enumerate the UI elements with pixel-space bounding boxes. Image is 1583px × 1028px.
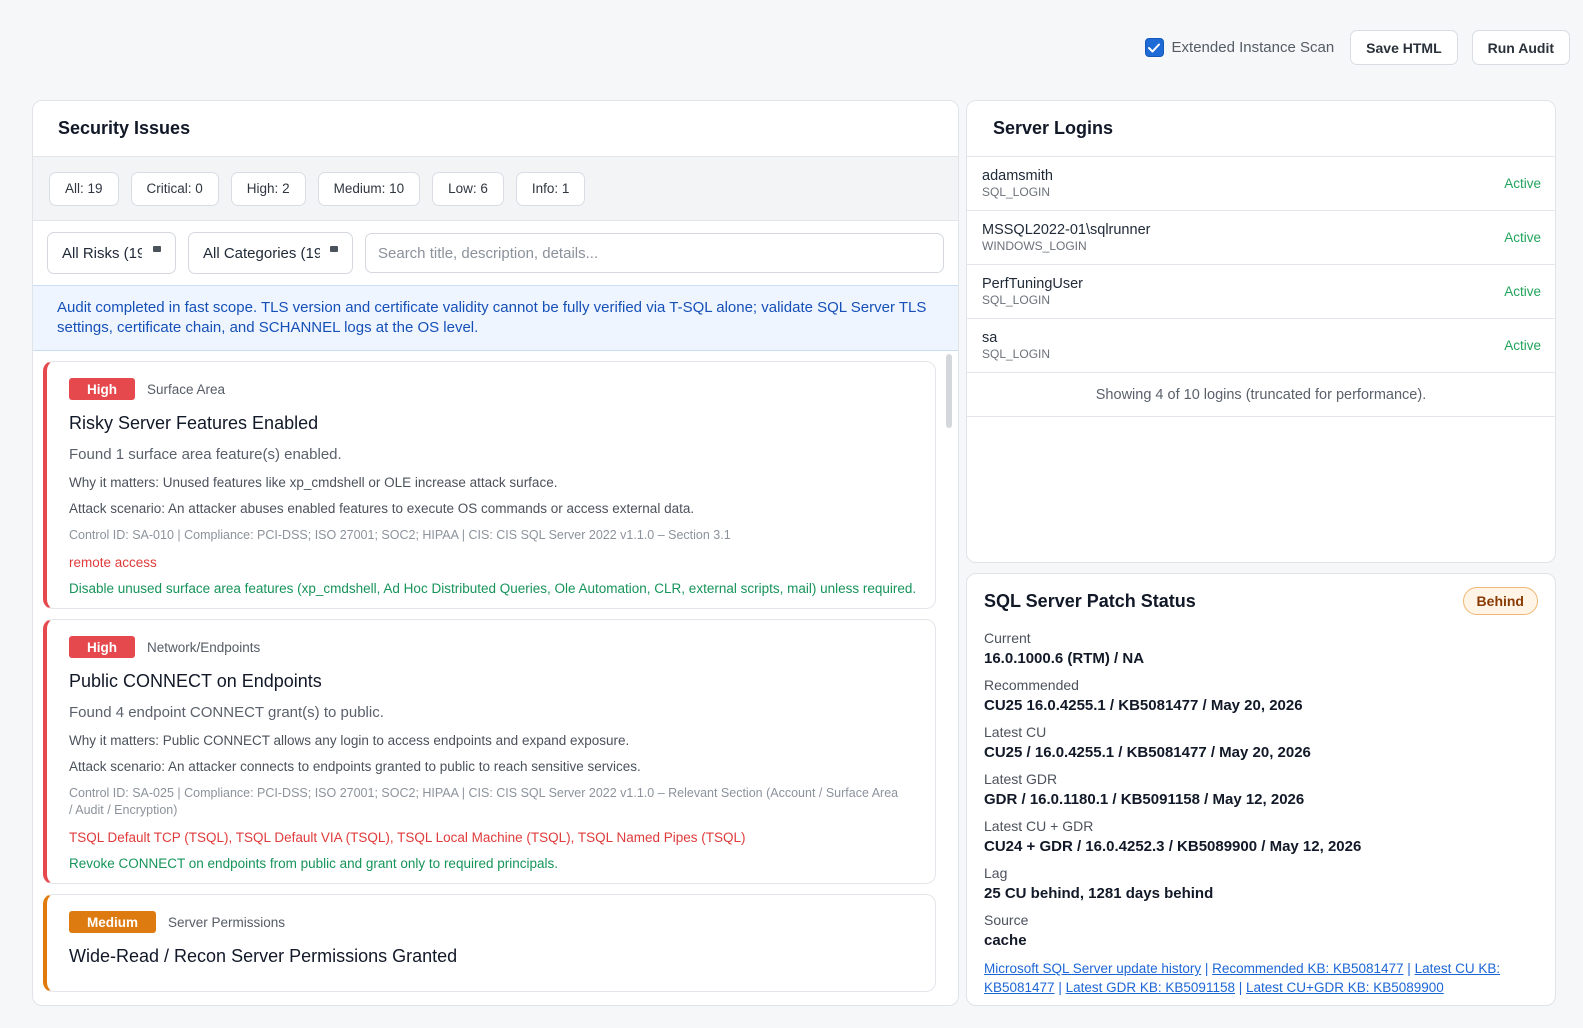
search-input[interactable] [365,233,944,273]
recommended-kb-link[interactable]: Recommended KB: KB5081477 [1212,961,1403,976]
login-status: Active [1504,176,1541,191]
field-value: 16.0.1000.6 (RTM) / NA [984,650,1145,667]
latest-cu-gdr-kb-link[interactable]: Latest CU+GDR KB: KB5089900 [1246,980,1444,995]
run-audit-button[interactable]: Run Audit [1471,30,1570,65]
category-select-value: All Categories (19) [203,244,320,262]
extended-scan-toggle[interactable]: Extended Instance Scan [1144,38,1335,57]
login-type: SQL_LOGIN [982,346,1051,361]
dropdown-caret-icon [330,246,338,252]
issue-summary: Found 4 endpoint CONNECT grant(s) to pub… [69,704,384,721]
field-value: CU25 16.0.4255.1 / KB5081477 / May 20, 2… [984,697,1303,714]
audit-note: Audit completed in fast scope. TLS versi… [33,285,958,351]
issue-attack: Attack scenario: An attacker connects to… [69,759,641,774]
login-name: sa [982,329,998,346]
server-logins-title: Server Logins [967,101,1555,157]
patch-field-latest-cu-gdr: Latest CU + GDR CU24 + GDR / 16.0.4252.3… [984,818,1538,856]
search-filter-row: All Risks (19) All Categories (19) [33,221,958,285]
login-type: SQL_LOGIN [982,292,1051,307]
issue-fix: Revoke CONNECT on endpoints from public … [69,856,558,871]
security-issues-panel: Security Issues All: 19 Critical: 0 High… [32,100,959,1006]
extended-scan-label: Extended Instance Scan [1171,39,1335,56]
severity-filter-row: All: 19 Critical: 0 High: 2 Medium: 10 L… [33,157,958,221]
security-issues-title: Security Issues [33,101,958,157]
checkmark-icon [1148,43,1161,52]
risk-select[interactable]: All Risks (19) [47,232,176,274]
issue-risk: remote access [69,555,157,570]
login-type: WINDOWS_LOGIN [982,238,1087,253]
issue-title: Risky Server Features Enabled [69,413,319,433]
logins-footer: Showing 4 of 10 logins (truncated for pe… [967,373,1555,417]
dropdown-caret-icon [153,246,161,252]
login-name: PerfTuningUser [982,275,1084,292]
issue-why: Why it matters: Unused features like xp_… [69,475,558,490]
login-row[interactable]: PerfTuningUser SQL_LOGIN Active [967,265,1555,319]
login-status: Active [1504,230,1541,245]
update-history-link[interactable]: Microsoft SQL Server update history [984,961,1201,976]
patch-field-lag: Lag 25 CU behind, 1281 days behind [984,865,1538,903]
issue-attack: Attack scenario: An attacker abuses enab… [69,501,695,516]
save-html-button[interactable]: Save HTML [1350,30,1458,65]
risk-select-value: All Risks (19) [62,244,142,262]
issue-card[interactable]: High Network/Endpoints Public CONNECT on… [43,619,936,884]
filter-medium[interactable]: Medium: 10 [317,171,421,206]
filter-critical[interactable]: Critical: 0 [130,171,219,206]
issue-card[interactable]: High Surface Area Risky Server Features … [43,361,936,609]
login-row[interactable]: adamsmith SQL_LOGIN Active [967,157,1555,211]
field-value: 25 CU behind, 1281 days behind [984,885,1214,902]
field-value: CU25 / 16.0.4255.1 / KB5081477 / May 20,… [984,744,1311,761]
field-label: Latest CU + GDR [984,818,1094,834]
field-label: Latest GDR [984,771,1058,787]
issue-summary: Found 1 surface area feature(s) enabled. [69,446,342,463]
category-select[interactable]: All Categories (19) [188,232,353,274]
login-type: SQL_LOGIN [982,184,1051,199]
issue-fix: Disable unused surface area features (xp… [69,581,917,596]
patch-links: Microsoft SQL Server update history | Re… [984,961,1501,995]
field-label: Latest CU [984,724,1047,740]
filter-all[interactable]: All: 19 [49,171,119,206]
field-value: GDR / 16.0.1180.1 / KB5091158 / May 12, … [984,791,1305,808]
login-row[interactable]: sa SQL_LOGIN Active [967,319,1555,373]
server-logins-panel: Server Logins adamsmith SQL_LOGIN Active… [966,100,1556,563]
issue-title: Public CONNECT on Endpoints [69,671,322,691]
login-status: Active [1504,338,1541,353]
filter-high[interactable]: High: 2 [230,171,306,206]
severity-badge: High [69,636,135,658]
issue-control: Control ID: SA-025 | Compliance: PCI-DSS… [69,786,899,817]
issues-scrollbar[interactable] [946,354,952,428]
login-name: adamsmith [982,167,1053,184]
login-status: Active [1504,284,1541,299]
latest-gdr-kb-link[interactable]: Latest GDR KB: KB5091158 [1066,980,1235,995]
issue-card[interactable]: Medium Server Permissions Wide-Read / Re… [43,894,936,992]
patch-field-latest-gdr: Latest GDR GDR / 16.0.1180.1 / KB5091158… [984,771,1538,809]
severity-badge: High [69,378,135,400]
field-label: Current [984,630,1031,646]
issues-list[interactable]: High Surface Area Risky Server Features … [33,351,958,1003]
issue-category: Surface Area [147,381,226,397]
patch-status-panel: SQL Server Patch Status Behind Current 1… [966,573,1556,1006]
patch-field-recommended: Recommended CU25 16.0.4255.1 / KB5081477… [984,677,1538,715]
severity-badge: Medium [69,911,157,933]
filter-low[interactable]: Low: 6 [432,171,504,206]
issue-control: Control ID: SA-010 | Compliance: PCI-DSS… [69,528,731,542]
field-label: Recommended [984,677,1079,693]
patch-status-title: SQL Server Patch Status [984,590,1196,611]
issue-why: Why it matters: Public CONNECT allows an… [69,733,630,748]
field-value: CU24 + GDR / 16.0.4252.3 / KB5089900 / M… [984,838,1362,855]
patch-field-current: Current 16.0.1000.6 (RTM) / NA [984,630,1538,668]
issue-category: Network/Endpoints [147,639,261,655]
field-label: Source [984,912,1029,928]
patch-status-badge: Behind [1462,587,1538,615]
issue-category: Server Permissions [168,914,286,930]
login-row[interactable]: MSSQL2022-01\sqlrunner WINDOWS_LOGIN Act… [967,211,1555,265]
login-name: MSSQL2022-01\sqlrunner [982,221,1151,238]
issue-risk: TSQL Default TCP (TSQL), TSQL Default VI… [69,830,746,845]
filter-info[interactable]: Info: 1 [515,171,586,206]
field-label: Lag [984,865,1008,881]
patch-field-source: Source cache [984,912,1538,950]
top-toolbar: Extended Instance Scan Save HTML Run Aud… [1144,30,1570,65]
issue-title: Wide-Read / Recon Server Permissions Gra… [69,946,458,966]
patch-field-latest-cu: Latest CU CU25 / 16.0.4255.1 / KB5081477… [984,724,1538,762]
extended-scan-checkbox[interactable] [1144,38,1164,57]
field-value: cache [984,932,1027,949]
